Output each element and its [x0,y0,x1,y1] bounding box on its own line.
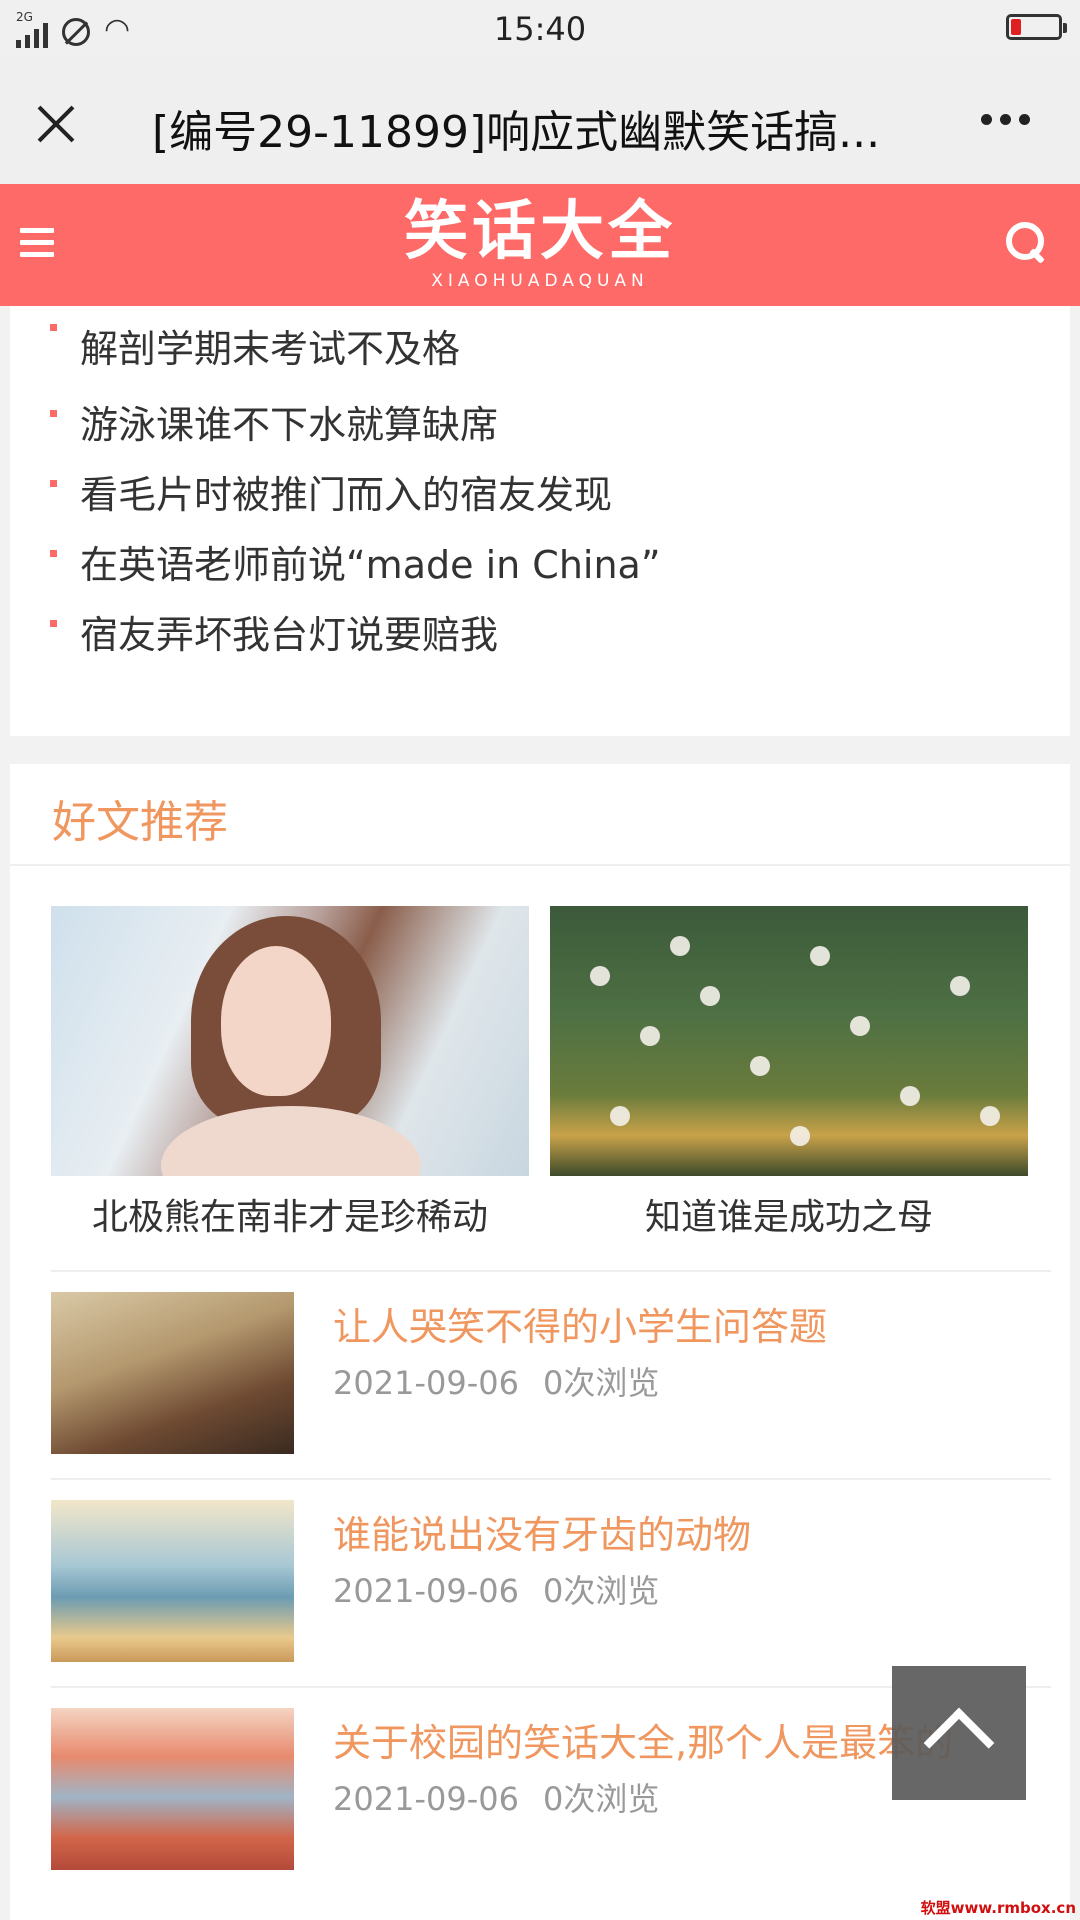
list-item[interactable]: 游泳课谁不下水就算缺席 [10,392,1070,462]
divider [10,864,1070,866]
featured-image[interactable] [51,906,529,1176]
more-options-icon[interactable] [981,114,1030,125]
article-item[interactable]: 谁能说出没有牙齿的动物 2021-09-06 0次浏览 [51,1478,1051,1686]
list-item-label: 解剖学期末考试不及格 [80,327,461,371]
joke-list: 解剖学期末考试不及格 游泳课谁不下水就算缺席 看毛片时被推门而入的宿友发现 在英… [10,306,1070,672]
list-item[interactable]: 解剖学期末考试不及格 [10,306,1070,392]
logo-subtext: XIAOHUADAQUAN [431,271,649,291]
featured-image[interactable] [550,906,1028,1176]
site-logo[interactable]: 笑话大全 XIAOHUADAQUAN [0,194,1080,292]
list-item[interactable]: 在英语老师前说“made in China” [10,532,1070,602]
article-item[interactable]: 让人哭笑不得的小学生问答题 2021-09-06 0次浏览 [51,1270,1051,1478]
article-title[interactable]: 谁能说出没有牙齿的动物 [333,1504,751,1559]
page-title: [编号29-11899]响应式幽默笑话搞... [152,107,881,158]
article-title[interactable]: 关于校园的笑话大全,那个人是最笨的 [333,1712,953,1767]
featured-article[interactable]: 北极熊在南非才是珍稀动 [51,906,529,1240]
clock: 15:40 [493,10,587,48]
watermark: 软盟www.rmbox.cn [920,1899,1076,1917]
list-item[interactable]: 看毛片时被推门而入的宿友发现 [10,462,1070,532]
close-icon[interactable] [28,96,84,152]
featured-caption[interactable]: 北极熊在南非才是珍稀动 [51,1188,529,1240]
list-item-label: 宿友弄坏我台灯说要赔我 [80,613,499,657]
article-views: 0次浏览 [542,1780,660,1818]
list-item-label: 在英语老师前说“made in China” [80,543,661,587]
site-header: 笑话大全 XIAOHUADAQUAN [0,184,1080,306]
section-heading: 好文推荐 [52,797,228,848]
featured-article[interactable]: 知道谁是成功之母 [550,906,1028,1240]
list-item[interactable]: 宿友弄坏我台灯说要赔我 [10,602,1070,672]
article-date: 2021-09-06 [333,1364,519,1402]
joke-list-card: 解剖学期末考试不及格 游泳课谁不下水就算缺席 看毛片时被推门而入的宿友发现 在英… [10,306,1070,736]
battery-level [1011,19,1021,35]
article-thumbnail[interactable] [51,1500,294,1662]
title-bar: [编号29-11899]响应式幽默笑话搞... [0,58,1080,184]
article-thumbnail[interactable] [51,1292,294,1454]
article-meta: 2021-09-06 0次浏览 [333,1774,659,1820]
search-icon[interactable] [1004,220,1050,266]
list-item-label: 游泳课谁不下水就算缺席 [80,403,499,447]
list-item-label: 看毛片时被推门而入的宿友发现 [80,473,613,517]
logo-text: 笑话大全 [404,194,676,269]
status-bar: 2G ◠ 15:40 [0,0,1080,58]
article-title[interactable]: 让人哭笑不得的小学生问答题 [333,1296,827,1351]
article-date: 2021-09-06 [333,1572,519,1610]
battery-icon [1006,14,1067,40]
article-date: 2021-09-06 [333,1780,519,1818]
article-views: 0次浏览 [542,1572,660,1610]
back-to-top-button[interactable] [892,1666,1026,1800]
article-thumbnail[interactable] [51,1708,294,1870]
featured-caption[interactable]: 知道谁是成功之母 [550,1188,1028,1240]
article-meta: 2021-09-06 0次浏览 [333,1358,659,1404]
article-meta: 2021-09-06 0次浏览 [333,1566,659,1612]
article-views: 0次浏览 [542,1364,660,1402]
